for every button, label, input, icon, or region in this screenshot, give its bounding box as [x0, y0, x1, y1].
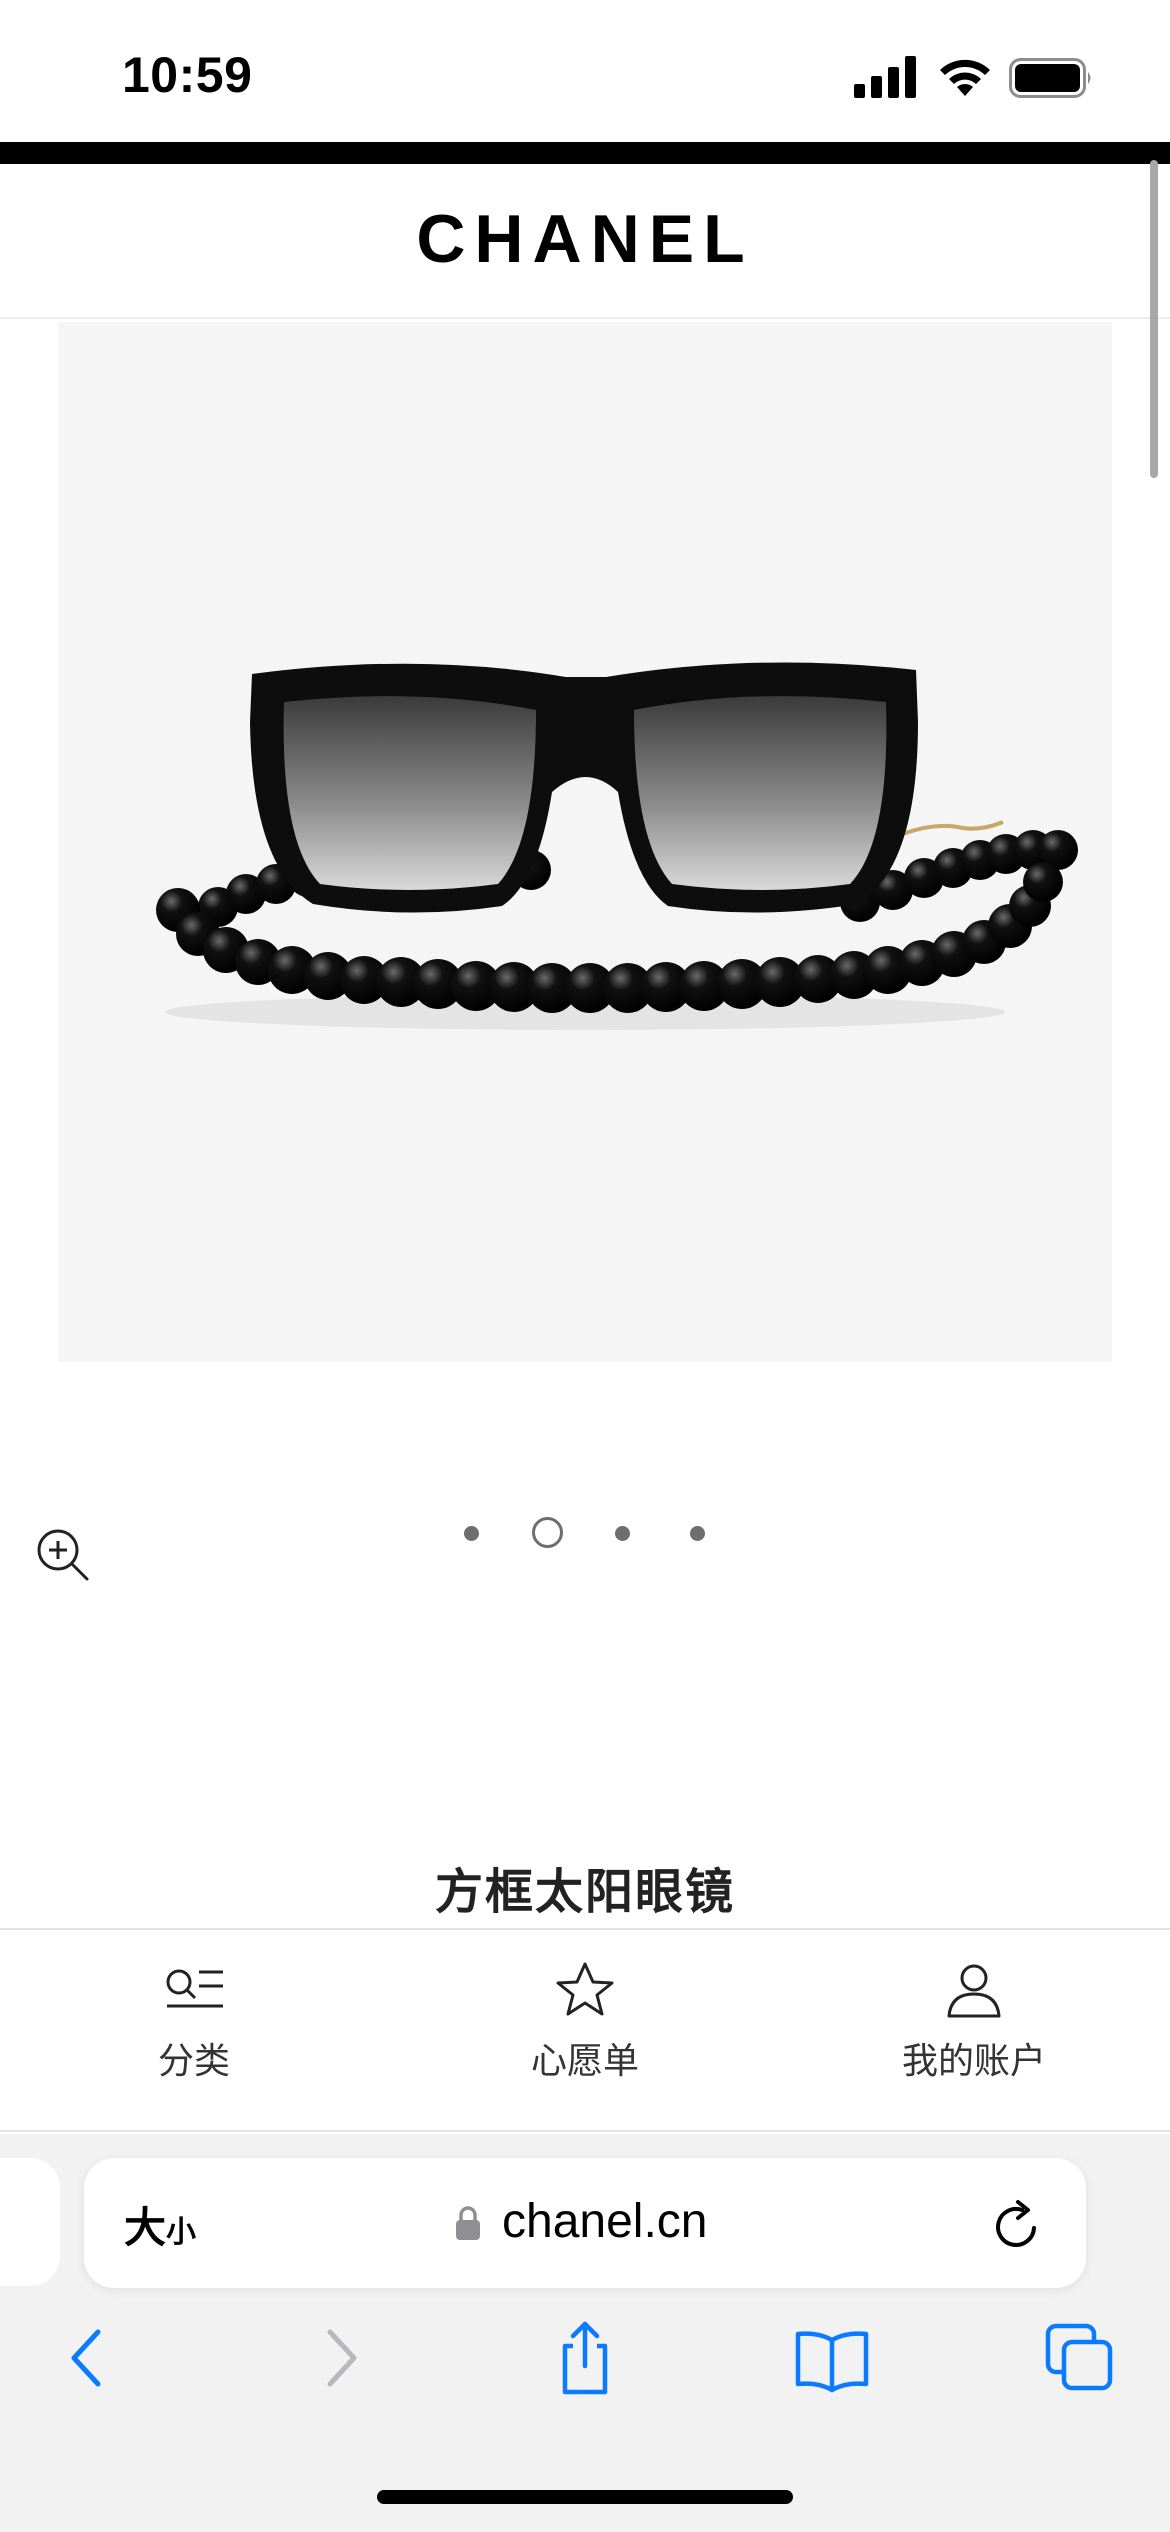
wifi-icon	[940, 59, 990, 96]
sunglasses-illustration	[156, 662, 1078, 1030]
lock-icon	[456, 2206, 480, 2240]
person-icon	[947, 1964, 1001, 2018]
carousel-dot-active[interactable]	[532, 1517, 563, 1548]
tabs-icon[interactable]	[1040, 2318, 1120, 2398]
share-icon[interactable]	[545, 2318, 625, 2398]
nav-label: 分类	[157, 2041, 230, 2082]
zoom-in-icon[interactable]	[32, 1524, 92, 1584]
nav-label: 我的账户	[901, 2041, 1046, 2082]
carousel-dot[interactable]	[615, 1526, 630, 1541]
text-size-button[interactable]: 大小	[124, 2194, 196, 2254]
carousel-pagination	[456, 1514, 716, 1552]
browser-bottom-bar: 大小 chanel.cn	[0, 2134, 1170, 2532]
nav-item-wishlist[interactable]: 心愿单	[435, 1960, 735, 2110]
star-icon	[556, 1962, 614, 2016]
url-text: chanel.cn	[502, 2195, 708, 2248]
status-time: 10:59	[122, 47, 253, 103]
product-title: 方框太阳眼镜	[434, 1864, 735, 1920]
nav-label: 心愿单	[530, 2041, 639, 2082]
product-image[interactable]	[58, 322, 1112, 1362]
back-icon[interactable]	[48, 2318, 128, 2398]
bookmarks-icon[interactable]	[792, 2318, 872, 2398]
signal-icon	[854, 56, 916, 98]
brand-logo[interactable]: CHANEL	[0, 200, 1170, 278]
bottom-nav: 分类 心愿单 我的账户	[0, 1928, 1170, 2132]
nav-item-account[interactable]: 我的账户	[824, 1960, 1124, 2110]
previous-tab-preview[interactable]	[0, 2158, 60, 2286]
nav-item-category[interactable]: 分类	[44, 1960, 344, 2110]
battery-icon	[1009, 58, 1091, 98]
forward-icon[interactable]	[300, 2318, 380, 2398]
site-header: CHANEL	[0, 164, 1170, 319]
address-bar[interactable]: 大小 chanel.cn	[84, 2158, 1086, 2288]
status-bar: 10:59	[0, 0, 1170, 142]
reload-icon[interactable]	[990, 2196, 1044, 2252]
top-divider	[0, 142, 1170, 164]
home-indicator	[377, 2490, 793, 2504]
carousel-dot[interactable]	[464, 1526, 479, 1541]
carousel-dot[interactable]	[690, 1526, 705, 1541]
category-list-icon	[166, 1969, 223, 2008]
scroll-indicator	[1150, 160, 1158, 478]
